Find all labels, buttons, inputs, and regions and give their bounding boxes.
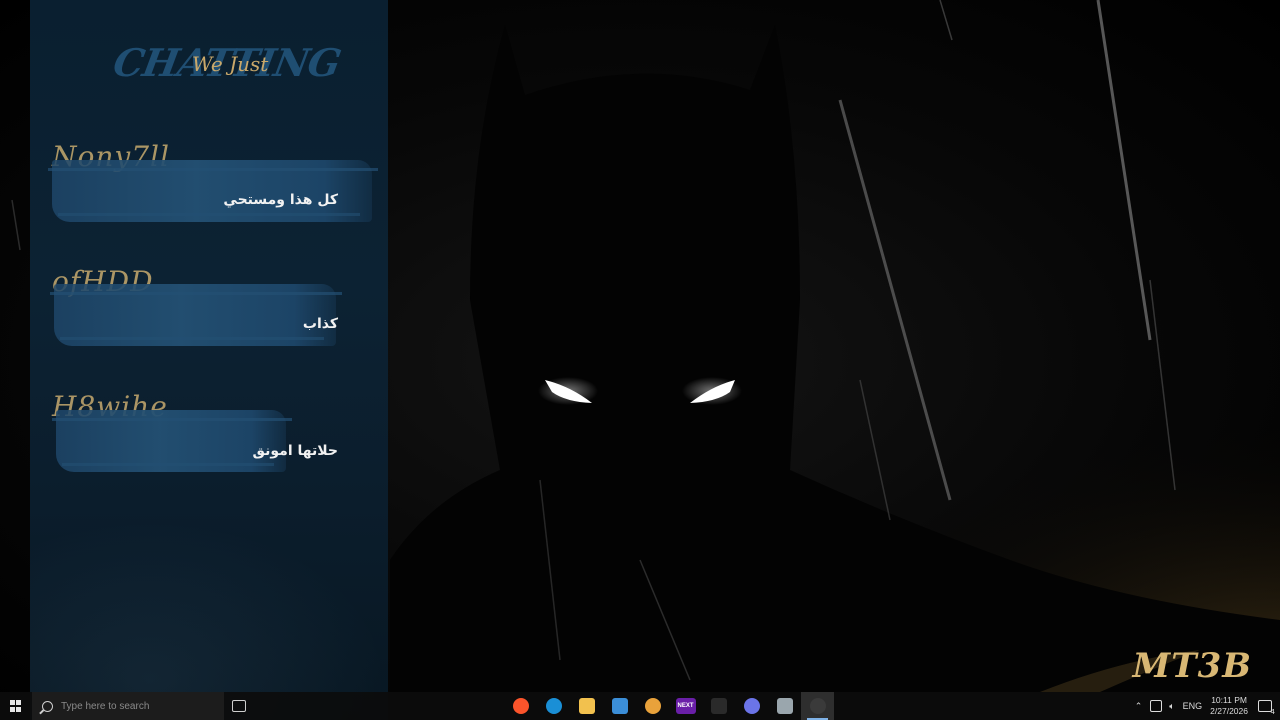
speaker-icon[interactable]: 🔈︎ [1169, 701, 1174, 712]
taskbar-app-chrome[interactable] [636, 692, 669, 720]
taskbar-app-xbox[interactable] [702, 692, 735, 720]
task-view-icon[interactable] [232, 700, 246, 712]
taskbar-app-app-blue[interactable] [603, 692, 636, 720]
taskbar-app-edge[interactable] [537, 692, 570, 720]
taskbar: Type here to search NEXT ⌃ 🔈︎ ENG 10:11 … [0, 692, 1280, 720]
network-icon[interactable] [1150, 700, 1163, 712]
taskbar-app-discord[interactable] [735, 692, 768, 720]
chevron-up-icon[interactable]: ⌃ [1135, 701, 1143, 712]
obs-icon [809, 698, 826, 714]
taskbar-app-app-gray[interactable] [768, 692, 801, 720]
discord-icon [743, 698, 760, 714]
taskbar-pinned-apps: NEXT [504, 692, 834, 720]
clock[interactable]: 10:11 PM 2/27/2026 [1210, 695, 1248, 717]
start-button[interactable] [0, 692, 32, 720]
notification-count: 4 [1270, 708, 1275, 716]
clock-time: 10:11 PM [1211, 695, 1247, 705]
search-icon [42, 700, 53, 712]
notification-icon[interactable]: 4 [1258, 700, 1275, 716]
message-text: حلاتها امونق [252, 443, 338, 459]
taskbar-app-file-explorer[interactable] [570, 692, 603, 720]
next-app-icon: NEXT [675, 698, 696, 714]
language-indicator[interactable]: ENG [1183, 701, 1203, 711]
xbox-icon [710, 698, 727, 714]
message-bubble [50, 284, 342, 346]
chat-panel-subtitle: We Just [192, 52, 269, 76]
panel-app-icon [776, 698, 793, 714]
taskbar-app-brave[interactable] [504, 692, 537, 720]
message-text: كذاب [302, 316, 338, 332]
message-bubble [52, 410, 292, 472]
chrome-icon [644, 698, 661, 714]
windows-icon [10, 700, 22, 712]
chat-widget-panel: CHATTING We Just Nony7ll كل هذا ومستحي o… [30, 0, 388, 720]
search-placeholder: Type here to search [61, 700, 150, 712]
signature-logo: MT3B [1132, 646, 1252, 686]
edge-icon [545, 698, 562, 714]
clock-date: 2/27/2026 [1210, 706, 1248, 716]
brave-icon [512, 698, 529, 714]
message-text: كل هذا ومستحي [223, 192, 338, 208]
folder-icon [578, 698, 595, 714]
taskbar-app-next[interactable]: NEXT [669, 692, 702, 720]
taskbar-app-obs[interactable] [801, 692, 834, 720]
taskbar-search-box[interactable]: Type here to search [32, 692, 224, 720]
message-bubble [48, 160, 378, 222]
window-app-icon [611, 698, 628, 714]
system-tray: ⌃ 🔈︎ ENG 10:11 PM 2/27/2026 4 [1135, 692, 1280, 720]
